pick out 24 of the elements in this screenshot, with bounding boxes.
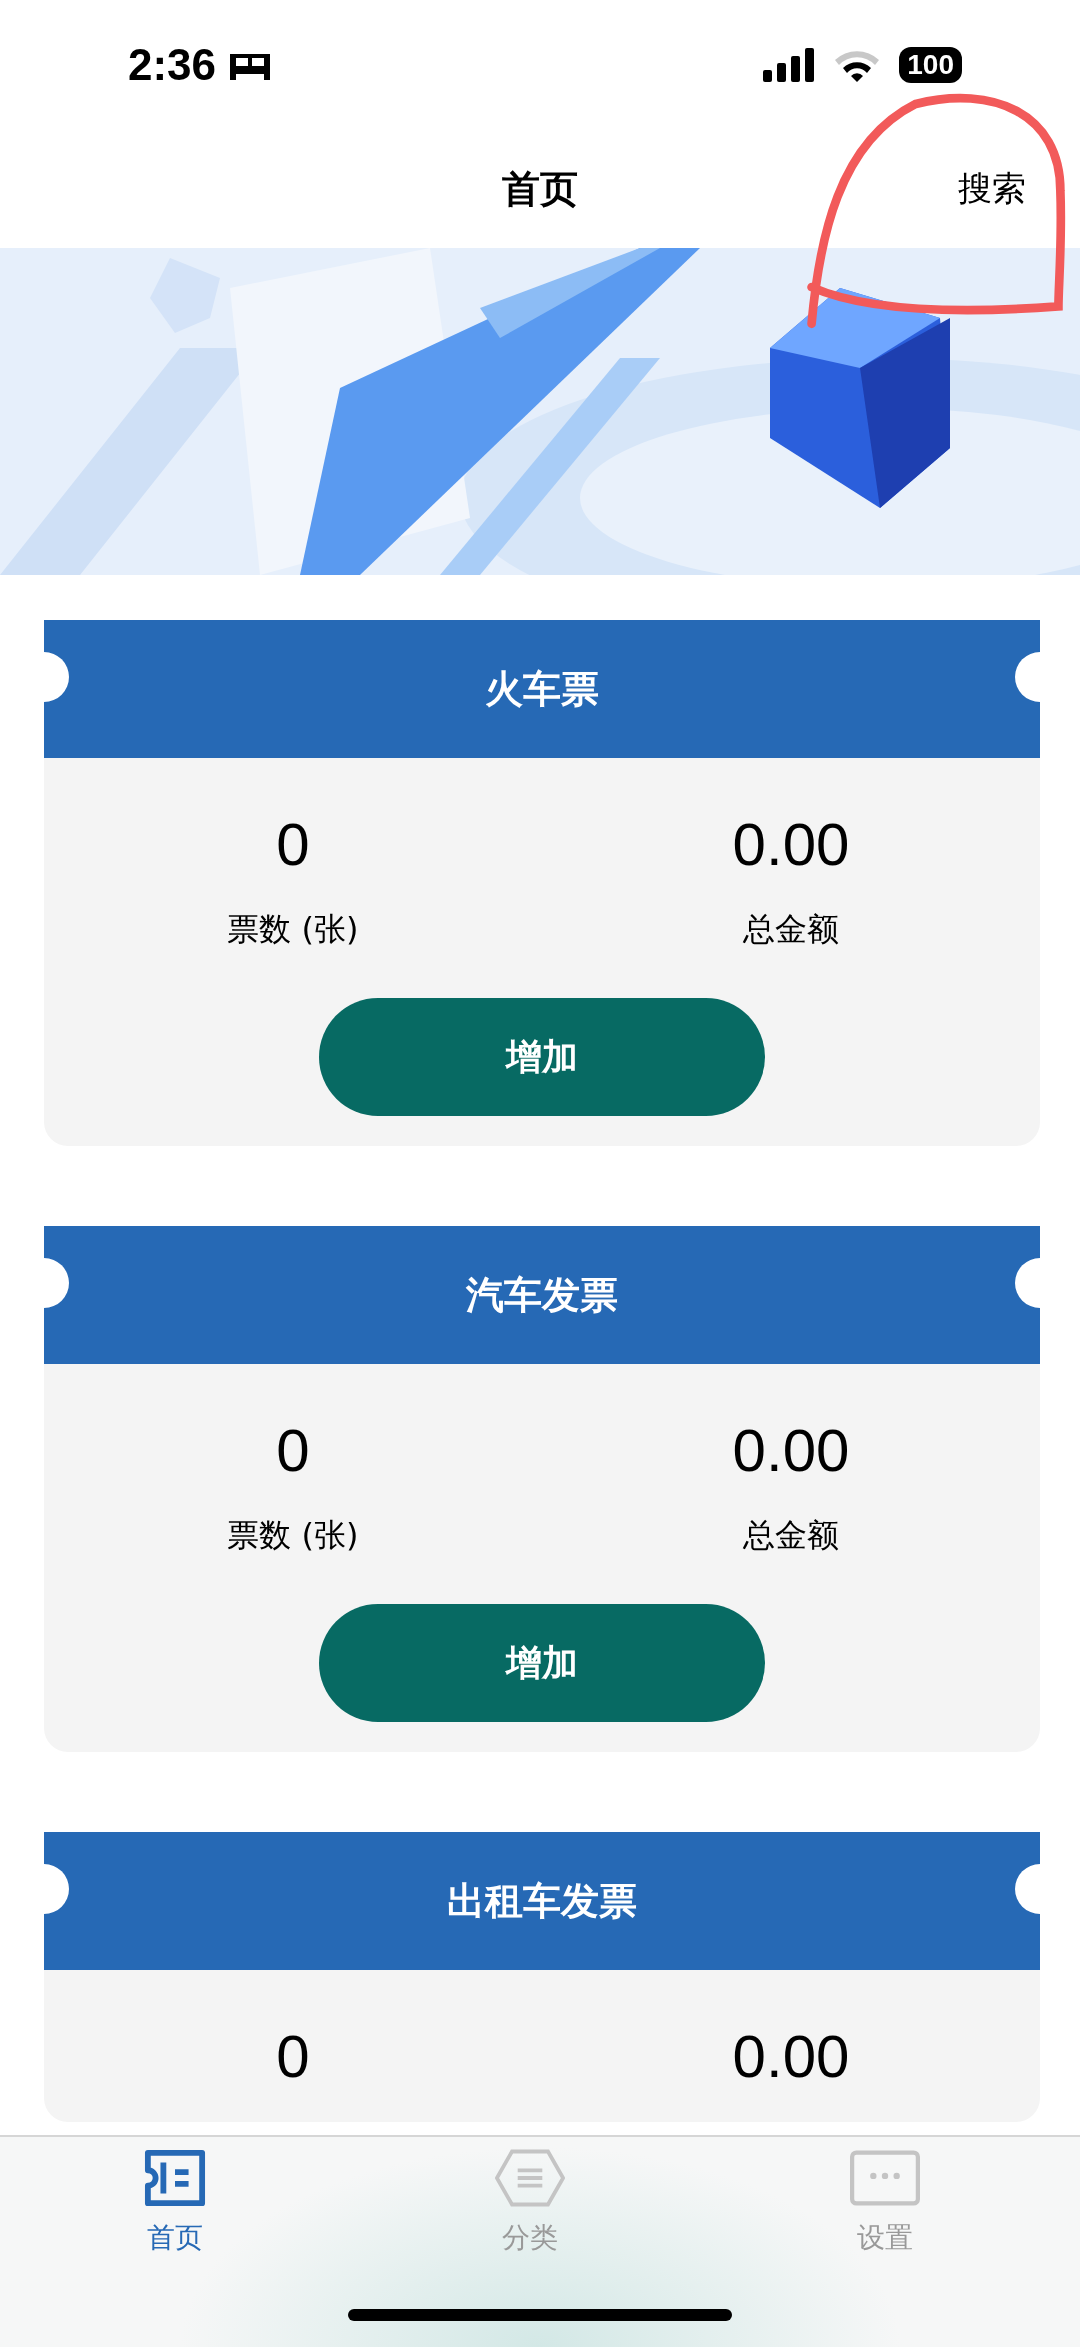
stat-value: 0: [276, 810, 310, 880]
stat-value: 0.00: [732, 1416, 850, 1486]
signal-icon: [763, 48, 816, 82]
more-icon: [850, 2147, 920, 2209]
status-time: 2:36: [128, 40, 217, 90]
hexagon-icon: [495, 2147, 565, 2209]
stat-label: 总金额: [743, 1515, 839, 1556]
card-title: 火车票: [485, 665, 599, 713]
tab-item[interactable]: 首页: [90, 2147, 260, 2257]
card-title: 汽车发票: [466, 1271, 618, 1319]
stat-label: 票数 (张): [227, 909, 359, 950]
search-link[interactable]: 搜索: [958, 166, 1026, 212]
card-title: 出租车发票: [447, 1877, 637, 1925]
stat-value: 0.00: [732, 810, 850, 880]
wifi-icon: [833, 48, 882, 82]
stat-label: 总金额: [743, 909, 839, 950]
page-title: 首页: [502, 165, 578, 213]
battery-indicator: 100: [899, 47, 962, 83]
stat-label: 票数 (张): [227, 1515, 359, 1556]
stat-value: 0: [276, 1416, 310, 1486]
add-button[interactable]: 增加: [319, 998, 765, 1116]
add-button[interactable]: 增加: [319, 1604, 765, 1722]
stat-value: 0: [276, 2022, 310, 2092]
stat-value: 0.00: [732, 2022, 850, 2092]
